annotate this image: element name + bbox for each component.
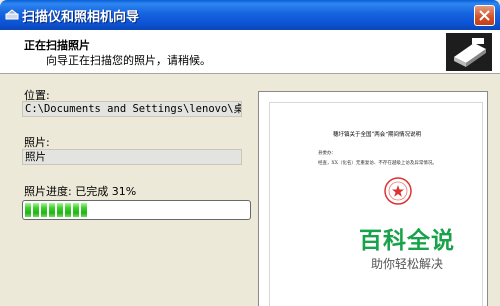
- location-field: C:\Documents and Settings\lenovo\桌面: [22, 101, 242, 117]
- window-title: 扫描仪和照相机向导: [22, 10, 140, 25]
- document-line-2: 经查，XX（化名）无重复访、不存在越级上访及异常情况。: [318, 161, 437, 166]
- page-subtitle: 向导正在扫描您的照片，请稍候。: [46, 54, 211, 67]
- watermark: 百科全说 助你轻松解决: [332, 226, 482, 284]
- close-icon: [479, 10, 490, 21]
- close-button[interactable]: [474, 5, 495, 26]
- progress-fill: [25, 203, 248, 217]
- title-bar: 扫描仪和照相机向导: [0, 0, 500, 30]
- progress-block: [49, 203, 55, 217]
- progress-label: 照片进度: 已完成 31%: [24, 185, 137, 198]
- progress-block: [81, 203, 87, 217]
- progress-block: [57, 203, 63, 217]
- watermark-subtitle: 助你轻松解决: [370, 257, 443, 271]
- page-title: 正在扫描照片: [24, 39, 90, 52]
- progress-block: [65, 203, 71, 217]
- scanner-wizard-icon: [446, 33, 492, 71]
- progress-block: [33, 203, 39, 217]
- photo-field: 照片: [22, 149, 242, 165]
- progress-bar: [22, 200, 251, 220]
- document-title: 穗圩镇关于全国“两会”期间情况说明: [332, 132, 422, 138]
- wizard-header: 正在扫描照片 向导正在扫描您的照片，请稍候。: [0, 30, 500, 74]
- watermark-title: 百科全说: [359, 228, 455, 254]
- progress-block: [73, 203, 79, 217]
- scanner-camera-icon: [5, 9, 19, 20]
- red-seal-stamp: [384, 177, 412, 205]
- progress-block: [41, 203, 47, 217]
- document-line-1: 县委办：: [318, 151, 336, 156]
- photo-label: 照片:: [24, 136, 50, 149]
- progress-block: [25, 203, 31, 217]
